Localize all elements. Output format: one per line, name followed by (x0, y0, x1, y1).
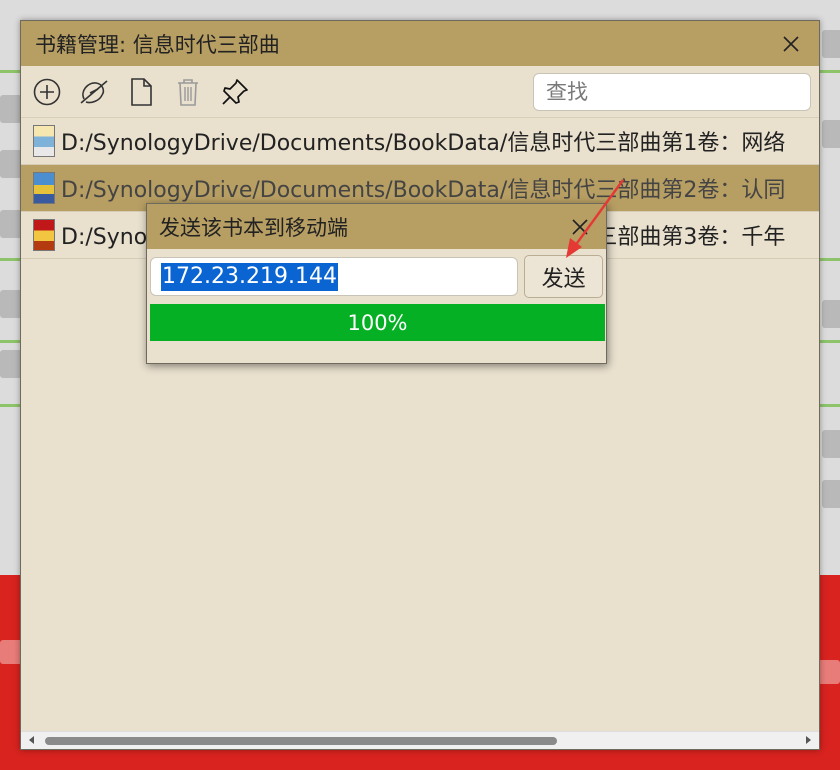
toolbar (21, 66, 819, 118)
new-file-icon (131, 77, 152, 106)
background-text (0, 150, 22, 178)
book-path: D:/SynologyDrive/Documents/BookData/信息时代… (61, 178, 786, 203)
background-text (0, 350, 22, 378)
unlink-icon (80, 79, 108, 104)
search-input[interactable] (533, 72, 811, 111)
dialog-title: 发送该书本到移动端 (159, 215, 348, 240)
book-list-item[interactable]: D:/SynologyDrive/Documents/BookData/信息时代… (21, 118, 819, 165)
annotation-arrow-icon (566, 179, 624, 258)
background-text (818, 660, 840, 684)
scroll-left-icon[interactable] (27, 735, 37, 745)
new-file-button[interactable] (121, 72, 161, 112)
pin-button[interactable] (215, 72, 255, 112)
scrollbar-thumb[interactable] (45, 737, 557, 745)
close-button[interactable] (777, 30, 805, 58)
book-path: D:/SynologyDrive/Documents/BookData/信息时代… (61, 131, 786, 156)
unlink-button[interactable] (74, 72, 114, 112)
background-text (0, 210, 22, 238)
dialog-titlebar[interactable]: 发送该书本到移动端 (147, 204, 606, 249)
ip-address-input[interactable]: 172.23.219.144 (150, 257, 519, 296)
scroll-right-icon[interactable] (803, 735, 813, 745)
background-text (0, 95, 22, 123)
book-cover-icon (33, 219, 55, 251)
window-title: 书籍管理: 信息时代三部曲 (35, 32, 280, 57)
background-text (822, 480, 840, 508)
delete-button[interactable] (168, 72, 208, 112)
pin-icon (222, 78, 248, 105)
background-text (822, 300, 840, 328)
background-text (822, 30, 840, 58)
window-titlebar[interactable]: 书籍管理: 信息时代三部曲 (21, 21, 819, 66)
horizontal-scrollbar[interactable] (21, 731, 819, 749)
progress-bar: 100% (150, 304, 605, 341)
background-text (822, 120, 840, 148)
send-to-mobile-dialog: 发送该书本到移动端 172.23.219.144 发送 100% (146, 203, 607, 364)
ip-address-value: 172.23.219.144 (161, 262, 338, 291)
add-icon (33, 78, 61, 105)
book-manager-window: 书籍管理: 信息时代三部曲 查找 D:/SynologyDrive/Docume… (20, 20, 820, 750)
book-cover-icon (33, 172, 55, 204)
progress-label: 100% (347, 310, 408, 335)
trash-icon (178, 78, 198, 106)
background-text (822, 430, 840, 458)
close-icon (783, 35, 799, 52)
send-button[interactable]: 发送 (524, 255, 603, 298)
add-button[interactable] (27, 72, 67, 112)
background-text (0, 290, 22, 318)
book-cover-icon (33, 125, 55, 157)
background-text (0, 640, 22, 664)
